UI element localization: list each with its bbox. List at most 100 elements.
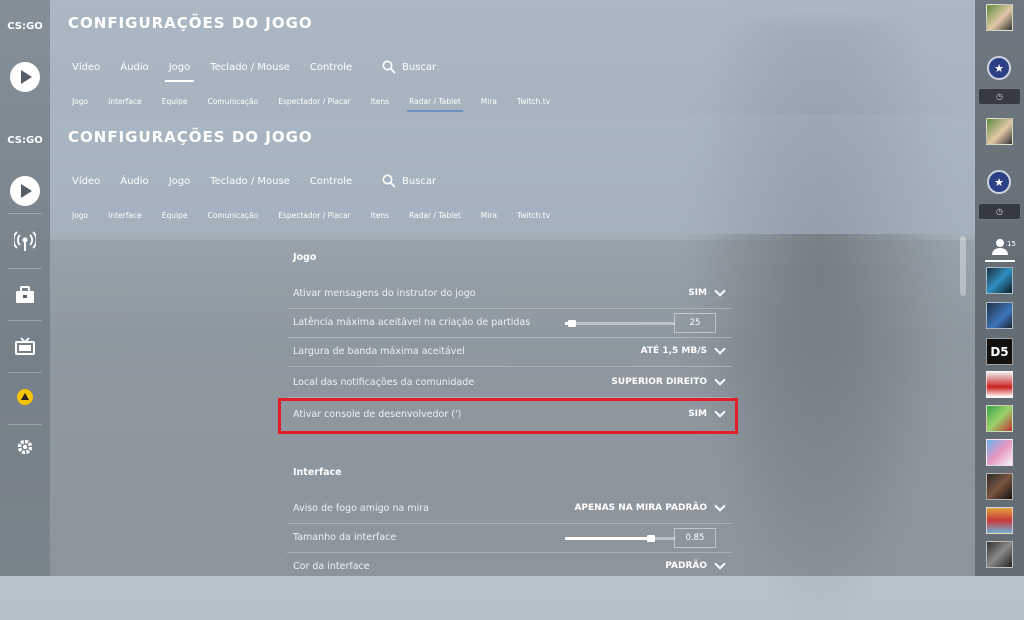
csgo-logo-2[interactable]: CS:GO bbox=[0, 128, 50, 152]
chevron-down-icon bbox=[714, 285, 726, 297]
status-pill[interactable]: ◷ bbox=[978, 88, 1021, 105]
hud-scale-slider[interactable] bbox=[565, 535, 675, 542]
subtab-team[interactable]: Equipe bbox=[162, 97, 188, 106]
friend-avatar[interactable] bbox=[986, 302, 1013, 329]
tab-audio[interactable]: Áudio bbox=[120, 62, 148, 73]
setting-label: Tamanho da interface bbox=[293, 532, 397, 543]
setting-label: Ativar mensagens do instrutor do jogo bbox=[293, 288, 476, 299]
subtab-twitch[interactable]: Twitch.tv bbox=[517, 97, 550, 106]
setting-label: Aviso de fogo amigo na mira bbox=[293, 503, 429, 514]
subtab-spectator[interactable]: Espectador / Placar bbox=[278, 211, 350, 220]
tab-keyboard-mouse[interactable]: Teclado / Mouse bbox=[210, 62, 290, 73]
settings-header-top: CONFIGURAÇÕES DO JOGO Vídeo Áudio Jogo T… bbox=[50, 0, 975, 114]
search-label: Buscar bbox=[402, 175, 437, 187]
rank-star-icon: ★ bbox=[987, 56, 1011, 80]
subtab-radar[interactable]: Radar / Tablet bbox=[407, 97, 463, 112]
friend-avatar[interactable] bbox=[986, 473, 1013, 500]
subtab-game[interactable]: Jogo bbox=[72, 211, 88, 220]
tab-game[interactable]: Jogo bbox=[169, 176, 191, 187]
hud-color-dropdown[interactable]: PADRÃO bbox=[665, 558, 726, 571]
setting-row-friendly-fire: Aviso de fogo amigo na mira APENAS NA MI… bbox=[287, 495, 732, 524]
section-title-interface: Interface bbox=[293, 467, 342, 478]
tab-controller[interactable]: Controle bbox=[310, 62, 352, 73]
subtab-spectator[interactable]: Espectador / Placar bbox=[278, 97, 350, 106]
status-pill[interactable]: ◷ bbox=[978, 203, 1021, 220]
friend-avatar[interactable] bbox=[986, 405, 1013, 432]
search-button[interactable]: Buscar bbox=[382, 174, 436, 188]
player-avatar[interactable] bbox=[986, 4, 1013, 31]
scrollbar[interactable] bbox=[960, 236, 966, 296]
hud-scale-value-input[interactable]: 0.85 bbox=[674, 528, 716, 548]
play-icon bbox=[10, 62, 40, 92]
watch-button[interactable] bbox=[0, 334, 50, 358]
broadcast-button[interactable] bbox=[0, 228, 50, 256]
briefcase-icon bbox=[16, 286, 34, 303]
chevron-down-icon bbox=[714, 558, 726, 570]
search-icon bbox=[382, 60, 396, 74]
subtab-radar[interactable]: Radar / Tablet bbox=[409, 211, 461, 220]
subtab-crosshair[interactable]: Mira bbox=[481, 211, 497, 220]
subtab-communication[interactable]: Comunicação bbox=[207, 211, 258, 220]
play-icon bbox=[10, 176, 40, 206]
friend-avatar[interactable] bbox=[986, 541, 1013, 568]
friend-avatar[interactable] bbox=[986, 439, 1013, 466]
chevron-down-icon bbox=[714, 374, 726, 386]
settings-button[interactable] bbox=[0, 436, 50, 458]
friendly-fire-dropdown[interactable]: APENAS NA MIRA PADRÃO bbox=[574, 500, 726, 513]
user-icon bbox=[991, 239, 1008, 255]
operation-button[interactable] bbox=[0, 386, 50, 408]
subtab-interface[interactable]: Interface bbox=[108, 97, 142, 106]
latency-slider[interactable] bbox=[565, 320, 675, 327]
page-title: CONFIGURAÇÕES DO JOGO bbox=[68, 14, 313, 32]
inventory-button[interactable] bbox=[0, 282, 50, 308]
rank-star-icon: ★ bbox=[987, 170, 1011, 194]
subtab-crosshair[interactable]: Mira bbox=[481, 97, 497, 106]
subtab-twitch[interactable]: Twitch.tv bbox=[517, 211, 550, 220]
tab-keyboard-mouse[interactable]: Teclado / Mouse bbox=[210, 176, 290, 187]
search-icon bbox=[382, 174, 396, 188]
subtab-items[interactable]: Itens bbox=[371, 97, 389, 106]
main-tabs: Vídeo Áudio Jogo Teclado / Mouse Control… bbox=[72, 62, 372, 82]
slider-handle[interactable] bbox=[647, 535, 655, 542]
search-button[interactable]: Buscar bbox=[382, 60, 436, 74]
subtab-interface[interactable]: Interface bbox=[108, 211, 142, 220]
settings-header: CONFIGURAÇÕES DO JOGO Vídeo Áudio Jogo T… bbox=[50, 114, 975, 234]
setting-row-bandwidth: Largura de banda máxima aceitável ATÉ 1,… bbox=[287, 338, 732, 367]
logo-text: CS:GO bbox=[7, 134, 43, 146]
right-sidebar: ★ ◷ ★ ◷ 15 D5 bbox=[975, 0, 1024, 576]
play-button-2[interactable] bbox=[0, 174, 50, 208]
highlight-box bbox=[278, 398, 738, 434]
subtab-team[interactable]: Equipe bbox=[162, 211, 188, 220]
chevron-down-icon bbox=[714, 343, 726, 355]
setting-row-latency: Latência máxima aceitável na criação de … bbox=[287, 309, 732, 338]
subtab-game[interactable]: Jogo bbox=[72, 97, 88, 106]
tab-video[interactable]: Vídeo bbox=[72, 62, 100, 73]
main-tabs: Vídeo Áudio Jogo Teclado / Mouse Control… bbox=[72, 176, 372, 187]
latency-value-input[interactable]: 25 bbox=[674, 313, 716, 333]
play-button[interactable] bbox=[0, 60, 50, 94]
sub-tabs: Jogo Interface Equipe Comunicação Espect… bbox=[72, 97, 570, 112]
setting-label: Cor da interface bbox=[293, 561, 370, 572]
slider-handle[interactable] bbox=[568, 320, 576, 327]
tab-controller[interactable]: Controle bbox=[310, 176, 352, 187]
left-sidebar: CS:GO CS:GO bbox=[0, 0, 50, 576]
notifications-dropdown[interactable]: SUPERIOR DIREITO bbox=[611, 374, 726, 387]
tab-video[interactable]: Vídeo bbox=[72, 176, 100, 187]
subtab-items[interactable]: Itens bbox=[371, 211, 389, 220]
section-title-game: Jogo bbox=[293, 252, 317, 263]
instructor-dropdown[interactable]: SIM bbox=[688, 285, 726, 298]
tab-audio[interactable]: Áudio bbox=[120, 176, 148, 187]
friend-avatar[interactable] bbox=[986, 507, 1013, 534]
logo-text: CS:GO bbox=[7, 20, 43, 32]
subtab-communication[interactable]: Comunicação bbox=[207, 97, 258, 106]
friend-avatar[interactable] bbox=[986, 371, 1013, 398]
friend-avatar[interactable] bbox=[986, 267, 1013, 294]
gear-icon bbox=[17, 439, 33, 455]
player-avatar[interactable] bbox=[986, 118, 1013, 145]
page-title: CONFIGURAÇÕES DO JOGO bbox=[68, 128, 313, 146]
tab-game[interactable]: Jogo bbox=[164, 62, 194, 82]
bandwidth-dropdown[interactable]: ATÉ 1,5 MB/S bbox=[641, 343, 726, 356]
friend-avatar[interactable]: D5 bbox=[986, 338, 1013, 365]
csgo-logo[interactable]: CS:GO bbox=[0, 14, 50, 38]
friends-button[interactable] bbox=[975, 234, 1024, 262]
